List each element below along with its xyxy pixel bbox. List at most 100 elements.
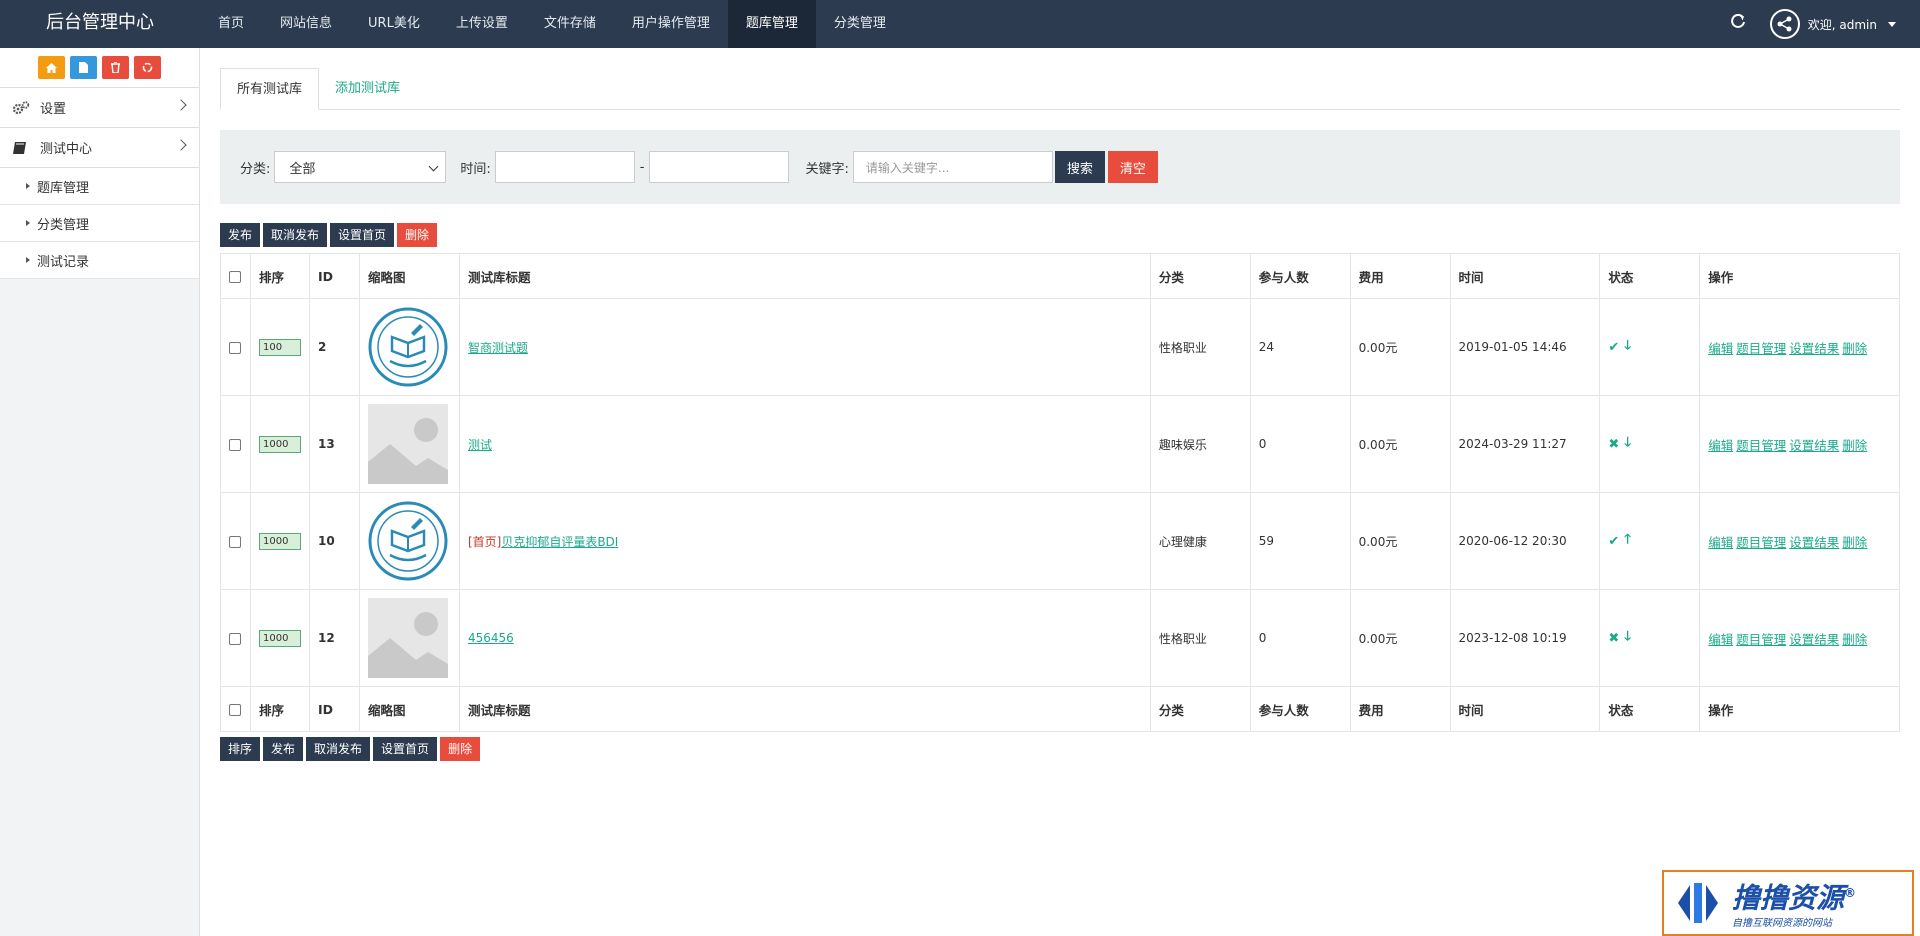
delete-link[interactable]: 删除 — [1842, 535, 1867, 550]
row-checkbox[interactable] — [229, 535, 241, 548]
publish-button[interactable]: 发布 — [263, 737, 304, 761]
start-date-input[interactable] — [494, 151, 635, 183]
caret-right-icon — [26, 183, 30, 189]
delete-button[interactable]: 删除 — [397, 223, 438, 247]
check-icon[interactable]: ✔ — [1608, 534, 1619, 549]
batch-actions-top: 发布 取消发布 设置首页 删除 — [220, 223, 438, 247]
top-right: 欢迎, admin — [1730, 0, 1896, 48]
sort-button[interactable]: 排序 — [220, 737, 261, 761]
row-checkbox[interactable] — [229, 438, 241, 451]
arrow-down-icon[interactable]: 🡓 — [1624, 627, 1631, 649]
sort-order-input[interactable]: 1000 — [258, 532, 301, 550]
sort-order-input[interactable]: 100 — [258, 338, 301, 356]
edit-link[interactable]: 编辑 — [1708, 535, 1733, 550]
questions-link[interactable]: 题目管理 — [1736, 438, 1786, 453]
time-label: 时间: — [460, 161, 491, 177]
row-participants: 24 — [1249, 298, 1351, 396]
trash-icon[interactable] — [102, 56, 129, 79]
tab-add-test-bank[interactable]: 添加测试库 — [319, 68, 416, 110]
home-icon[interactable] — [38, 56, 65, 79]
results-link[interactable]: 设置结果 — [1789, 341, 1839, 356]
keyword-placeholder: 请输入关键字... — [865, 160, 950, 175]
delete-link[interactable]: 删除 — [1842, 341, 1867, 356]
avatar — [1769, 9, 1800, 39]
nav-item-category[interactable]: 分类管理 — [816, 0, 904, 48]
app-brand[interactable]: 后台管理中心 — [0, 0, 200, 48]
unpublish-button[interactable]: 取消发布 — [306, 737, 371, 761]
cross-icon[interactable]: ✖ — [1608, 631, 1619, 646]
sort-order-input[interactable]: 1000 — [258, 435, 301, 453]
category-label: 分类: — [240, 161, 271, 177]
test-title-link[interactable]: 测试 — [468, 438, 492, 452]
test-title-link[interactable]: 智商测试题 — [468, 341, 528, 355]
recycle-icon[interactable] — [134, 56, 161, 79]
file-icon[interactable] — [70, 56, 97, 79]
search-button[interactable]: 搜索 — [1054, 151, 1105, 183]
date-separator: - — [639, 159, 645, 175]
col-title: 测试库标题 — [458, 253, 1151, 299]
test-title-link[interactable]: 456456 — [468, 631, 514, 645]
delete-button[interactable]: 删除 — [440, 737, 481, 761]
book-icon — [12, 141, 34, 155]
unpublish-button[interactable]: 取消发布 — [263, 223, 328, 247]
check-icon[interactable]: ✔ — [1608, 340, 1619, 355]
end-date-input[interactable] — [649, 151, 790, 183]
arrow-down-icon[interactable]: 🡓 — [1624, 433, 1631, 455]
publish-button[interactable]: 发布 — [220, 223, 261, 247]
edit-link[interactable]: 编辑 — [1708, 341, 1733, 356]
questions-link[interactable]: 题目管理 — [1736, 535, 1786, 550]
edit-link[interactable]: 编辑 — [1708, 438, 1733, 453]
nav-item-user-ops[interactable]: 用户操作管理 — [614, 0, 728, 48]
questions-link[interactable]: 题目管理 — [1736, 341, 1786, 356]
table-row: 1000 13 测试 趣味娱乐 0 0.00元 2024-03-29 11:27 ✖ 🡓 编辑 题目… — [220, 395, 1900, 493]
delete-link[interactable]: 删除 — [1842, 438, 1867, 453]
set-home-button[interactable]: 设置首页 — [373, 737, 438, 761]
row-id: 10 — [308, 492, 360, 590]
category-select[interactable]: 全部 — [274, 151, 447, 183]
delete-link[interactable]: 删除 — [1842, 632, 1867, 647]
row-checkbox[interactable] — [229, 632, 241, 645]
batch-actions-bottom: 排序 发布 取消发布 设置首页 删除 — [220, 737, 481, 761]
col-title: 测试库标题 — [458, 686, 1151, 732]
edit-link[interactable]: 编辑 — [1708, 632, 1733, 647]
row-checkbox[interactable] — [229, 341, 241, 354]
nav-item-question-bank[interactable]: 题库管理 — [727, 0, 816, 48]
nav-item-site-info[interactable]: 网站信息 — [262, 0, 350, 48]
col-ops: 操作 — [1699, 686, 1900, 732]
col-id: ID — [308, 686, 360, 732]
sidebar-group-settings[interactable]: 设置 — [0, 88, 199, 128]
cross-icon[interactable]: ✖ — [1608, 437, 1619, 452]
test-title-link[interactable]: 贝克抑郁自评量表BDI — [501, 535, 618, 549]
questions-link[interactable]: 题目管理 — [1736, 632, 1786, 647]
watermark-reg: ® — [1844, 885, 1857, 900]
sidebar-item-category[interactable]: 分类管理 — [0, 205, 199, 242]
sort-order-input[interactable]: 1000 — [258, 629, 301, 647]
quick-actions — [0, 48, 199, 88]
select-all-checkbox[interactable] — [229, 704, 241, 716]
clear-button[interactable]: 清空 — [1107, 151, 1158, 183]
set-home-button[interactable]: 设置首页 — [330, 223, 395, 247]
nav-item-url[interactable]: URL美化 — [350, 0, 438, 48]
results-link[interactable]: 设置结果 — [1789, 438, 1839, 453]
arrow-up-icon[interactable]: 🡑 — [1624, 530, 1631, 552]
arrow-down-icon[interactable]: 🡓 — [1624, 336, 1631, 358]
row-category: 性格职业 — [1149, 589, 1251, 687]
nav-item-storage[interactable]: 文件存储 — [526, 0, 614, 48]
tab-all-test-banks[interactable]: 所有测试库 — [220, 68, 320, 110]
results-link[interactable]: 设置结果 — [1789, 535, 1839, 550]
results-link[interactable]: 设置结果 — [1789, 632, 1839, 647]
sidebar-item-question-bank[interactable]: 题库管理 — [0, 168, 199, 205]
image-placeholder-icon — [367, 598, 448, 678]
sidebar-group-test-center[interactable]: 测试中心 — [0, 128, 199, 168]
col-time: 时间 — [1449, 686, 1601, 732]
row-category: 性格职业 — [1149, 298, 1251, 396]
select-all-checkbox[interactable] — [229, 271, 241, 283]
keyword-input[interactable]: 请输入关键字... — [852, 151, 1053, 183]
nav-item-home[interactable]: 首页 — [200, 0, 262, 48]
sidebar-item-test-records[interactable]: 测试记录 — [0, 242, 199, 279]
row-fee: 0.00元 — [1349, 395, 1451, 493]
user-menu[interactable]: 欢迎, admin — [1769, 9, 1896, 39]
nav-item-upload[interactable]: 上传设置 — [438, 0, 526, 48]
row-time: 2020-06-12 20:30 — [1449, 492, 1601, 590]
refresh-icon[interactable] — [1730, 13, 1746, 35]
